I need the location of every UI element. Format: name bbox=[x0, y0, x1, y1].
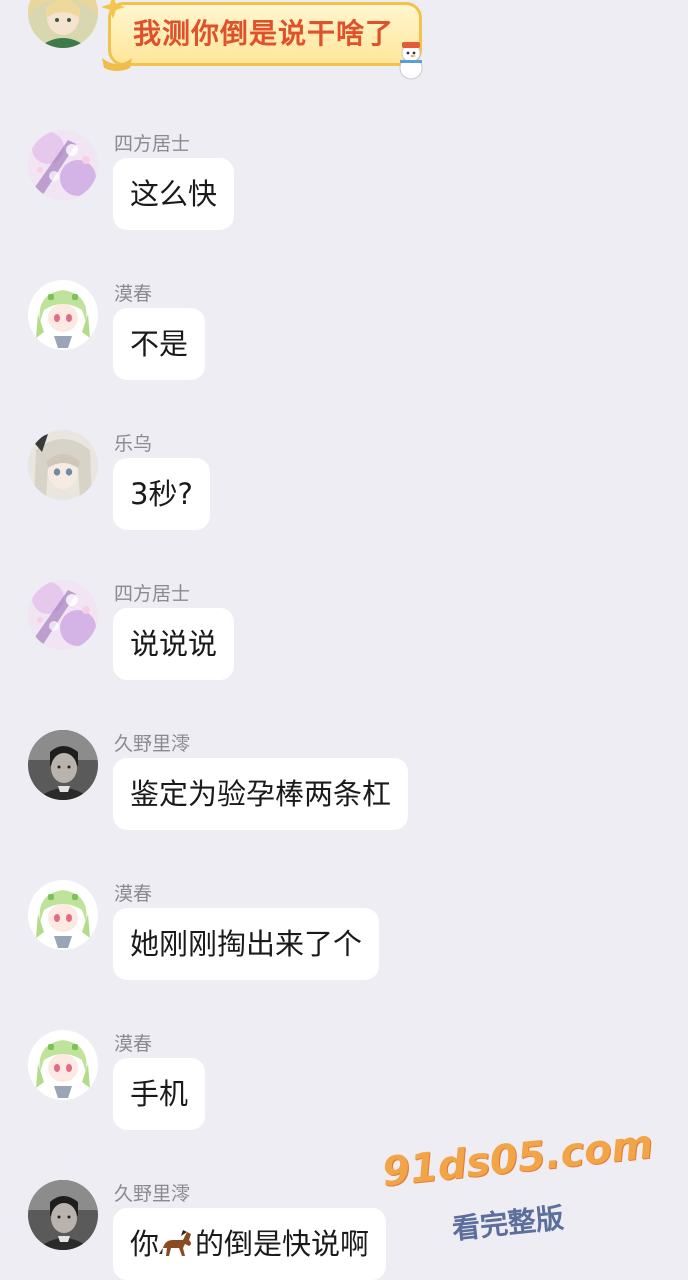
sender-name: 四方居士 bbox=[114, 133, 191, 155]
star-sparkle-icon bbox=[101, 0, 125, 19]
sender-name: 久野里澪 bbox=[114, 1183, 191, 1205]
silver-hair-anime-avatar-icon bbox=[28, 430, 98, 500]
decorated-message-bubble[interactable]: 我测你倒是说干啥了 bbox=[108, 2, 422, 66]
message-bubble[interactable]: 她刚刚掏出来了个 bbox=[113, 908, 380, 980]
green-hair-chibi-avatar-icon bbox=[28, 280, 98, 350]
message-bubble[interactable]: 鉴定为验孕棒两条杠 bbox=[113, 758, 409, 830]
avatar[interactable] bbox=[28, 1180, 98, 1250]
avatar[interactable] bbox=[28, 730, 98, 800]
sender-name: 漠春 bbox=[114, 283, 153, 305]
gold-ribbon-icon bbox=[102, 58, 132, 71]
chat-message-list[interactable]: 我测你倒是说干啥了 四方居士 这么快 漠春 不是 乐乌 3秒? 四方居士 说说说… bbox=[0, 0, 688, 1280]
message-bubble[interactable]: 手机 bbox=[113, 1058, 206, 1130]
message-bubble[interactable]: 3秒? bbox=[113, 458, 210, 530]
message-bubble[interactable]: 你 的倒是快说啊 bbox=[113, 1208, 387, 1280]
purple-sakura-avatar-icon bbox=[28, 580, 98, 650]
horse-emoji-icon bbox=[159, 1230, 192, 1256]
bw-portrait-avatar-icon bbox=[28, 1180, 98, 1250]
green-hair-chibi-avatar-icon bbox=[28, 880, 98, 950]
avatar[interactable] bbox=[28, 130, 98, 200]
sender-name: 漠春 bbox=[114, 883, 153, 905]
site-watermark[interactable]: 91ds05.com 看完整版 bbox=[380, 1122, 660, 1260]
message-text-part: 你 bbox=[130, 1227, 160, 1261]
bw-portrait-avatar-icon bbox=[28, 730, 98, 800]
message-bubble[interactable]: 说说说 bbox=[113, 608, 235, 680]
sender-name: 久野里澪 bbox=[114, 733, 191, 755]
watermark-caption: 看完整版 bbox=[450, 1201, 566, 1246]
message-bubble[interactable]: 不是 bbox=[113, 308, 206, 380]
avatar[interactable] bbox=[28, 280, 98, 350]
snowman-sticker-icon bbox=[399, 42, 423, 80]
sender-name: 乐乌 bbox=[114, 433, 153, 455]
anime-blonde-green-avatar-icon bbox=[28, 0, 98, 48]
message-bubble[interactable]: 这么快 bbox=[113, 158, 235, 230]
avatar[interactable] bbox=[28, 880, 98, 950]
sender-name: 漠春 bbox=[114, 1033, 153, 1055]
green-hair-chibi-avatar-icon bbox=[28, 1030, 98, 1100]
message-text: 我测你倒是说干啥了 bbox=[133, 17, 395, 50]
purple-sakura-avatar-icon bbox=[28, 130, 98, 200]
avatar[interactable] bbox=[28, 0, 98, 48]
avatar[interactable] bbox=[28, 580, 98, 650]
avatar[interactable] bbox=[28, 430, 98, 500]
sender-name: 四方居士 bbox=[114, 583, 191, 605]
avatar[interactable] bbox=[28, 1030, 98, 1100]
message-text-part: 的倒是快说啊 bbox=[195, 1227, 370, 1261]
